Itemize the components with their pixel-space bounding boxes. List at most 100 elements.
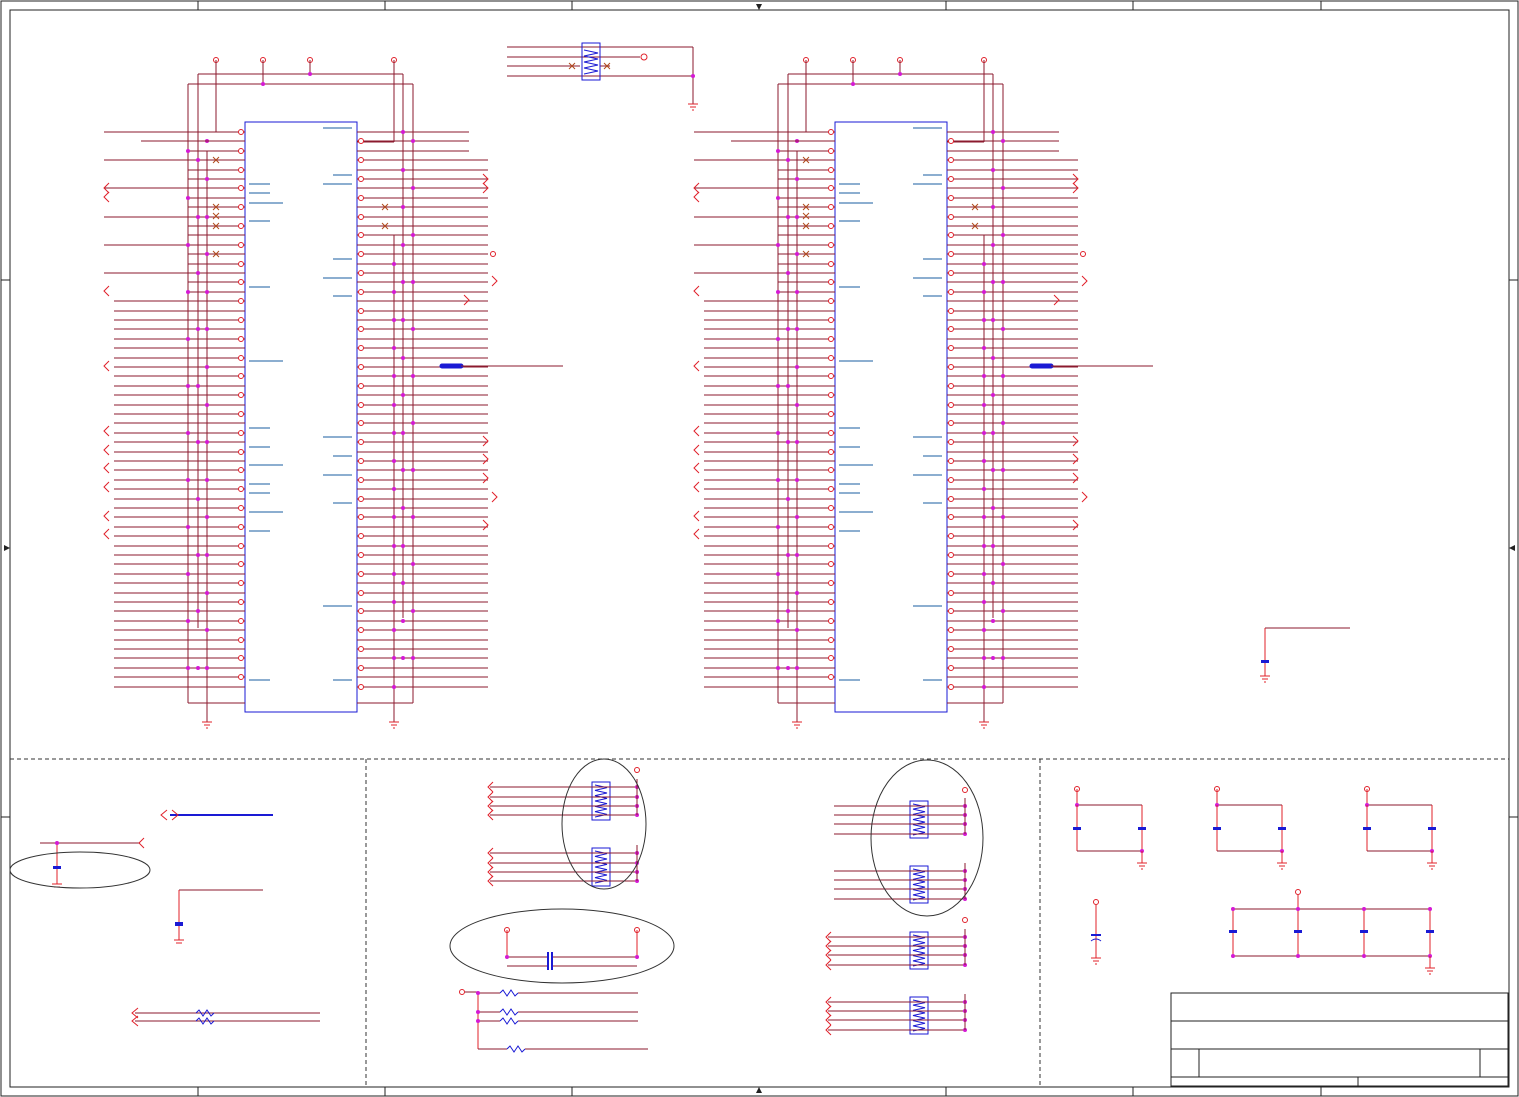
junction-dot <box>786 440 790 444</box>
junction-dot <box>795 591 799 595</box>
resistor-pack-icon <box>909 931 929 970</box>
pin-marker <box>358 439 364 445</box>
resistor-pack-icon <box>909 996 929 1035</box>
pin-marker <box>828 505 834 511</box>
no-connect-icon <box>802 212 810 220</box>
port-arrow-icon <box>103 462 110 474</box>
port-arrow-icon <box>693 425 700 437</box>
pin-marker <box>238 355 244 361</box>
port-arrow-icon <box>482 519 489 531</box>
pin-marker <box>358 195 364 201</box>
pin-marker <box>948 214 954 220</box>
junction-dot <box>505 955 509 959</box>
junction-dot <box>392 515 396 519</box>
junction-dot <box>991 393 995 397</box>
junction-dot <box>401 130 405 134</box>
junction-dot <box>411 327 415 331</box>
pin-marker <box>948 458 954 464</box>
junction-dot <box>411 280 415 284</box>
junction-dot <box>196 440 200 444</box>
ground-icon <box>792 721 802 729</box>
junction-dot <box>186 290 190 294</box>
junction-dot <box>795 290 799 294</box>
capacitor-icon <box>1138 827 1146 830</box>
pin-marker <box>238 561 244 567</box>
pin-marker <box>358 684 364 690</box>
port-arrow-icon <box>693 528 700 540</box>
lower-middle-section <box>449 758 984 1053</box>
junction-dot <box>401 431 405 435</box>
ground-icon <box>1427 862 1437 870</box>
junction-dot <box>308 72 312 76</box>
ground-icon <box>389 721 399 729</box>
pin-marker <box>238 580 244 586</box>
pin-marker <box>948 665 954 671</box>
pin-marker <box>948 176 954 182</box>
pin-marker <box>238 618 244 624</box>
junction-dot <box>991 431 995 435</box>
port-arrow-icon <box>1081 275 1088 287</box>
junction-dot <box>401 468 405 472</box>
junction-dot <box>1001 233 1005 237</box>
junction-dot <box>411 374 415 378</box>
pin-marker <box>1080 251 1086 257</box>
pin-marker <box>948 646 954 652</box>
capacitor-icon <box>1360 930 1368 933</box>
capacitor-plate <box>551 952 553 970</box>
junction-dot <box>392 290 396 294</box>
pin-marker <box>358 665 364 671</box>
junction-dot <box>786 384 790 388</box>
junction-dot <box>795 252 799 256</box>
pin-marker <box>828 317 834 323</box>
pin-marker <box>948 138 954 144</box>
pin-marker <box>358 251 364 257</box>
junction-dot <box>1001 515 1005 519</box>
pin-marker <box>238 167 244 173</box>
pin-marker <box>358 608 364 614</box>
pin-marker <box>358 458 364 464</box>
resistor-icon <box>499 1008 519 1016</box>
junction-dot <box>786 215 790 219</box>
pin-marker <box>948 195 954 201</box>
junction-dot <box>982 262 986 266</box>
junction-dot <box>776 478 780 482</box>
junction-dot <box>205 478 209 482</box>
resistor-zigzag <box>594 850 608 884</box>
junction-dot <box>982 600 986 604</box>
pin-marker <box>948 514 954 520</box>
pin-marker <box>948 477 954 483</box>
junction-dot <box>401 280 405 284</box>
junction-dot <box>401 506 405 510</box>
pin-marker <box>358 496 364 502</box>
ic-body <box>244 121 358 713</box>
pin-marker <box>358 646 364 652</box>
junction-dot <box>982 403 986 407</box>
junction-dot <box>795 440 799 444</box>
pin-marker <box>238 185 244 191</box>
power-port-icon <box>962 787 968 793</box>
pin-marker <box>948 383 954 389</box>
connector-block-right <box>693 57 1153 729</box>
junction-dot <box>196 327 200 331</box>
junction-dot <box>795 478 799 482</box>
port-arrow-icon <box>1081 491 1088 503</box>
pin-marker <box>948 439 954 445</box>
junction-dot <box>635 955 639 959</box>
pin-marker <box>238 148 244 154</box>
pin-marker <box>828 655 834 661</box>
junction-dot <box>776 384 780 388</box>
junction-dot <box>982 459 986 463</box>
junction-dot <box>795 215 799 219</box>
port-arrow-icon <box>693 360 700 372</box>
junction-dot <box>205 365 209 369</box>
junction-dot <box>982 374 986 378</box>
junction-dot <box>392 628 396 632</box>
port-arrow-icon <box>491 491 498 503</box>
lower-right-section <box>1073 786 1437 975</box>
pin-marker <box>828 279 834 285</box>
junction-dot <box>392 600 396 604</box>
junction-dot <box>795 403 799 407</box>
junction-dot <box>991 130 995 134</box>
junction-dot <box>982 431 986 435</box>
pin-marker <box>948 345 954 351</box>
